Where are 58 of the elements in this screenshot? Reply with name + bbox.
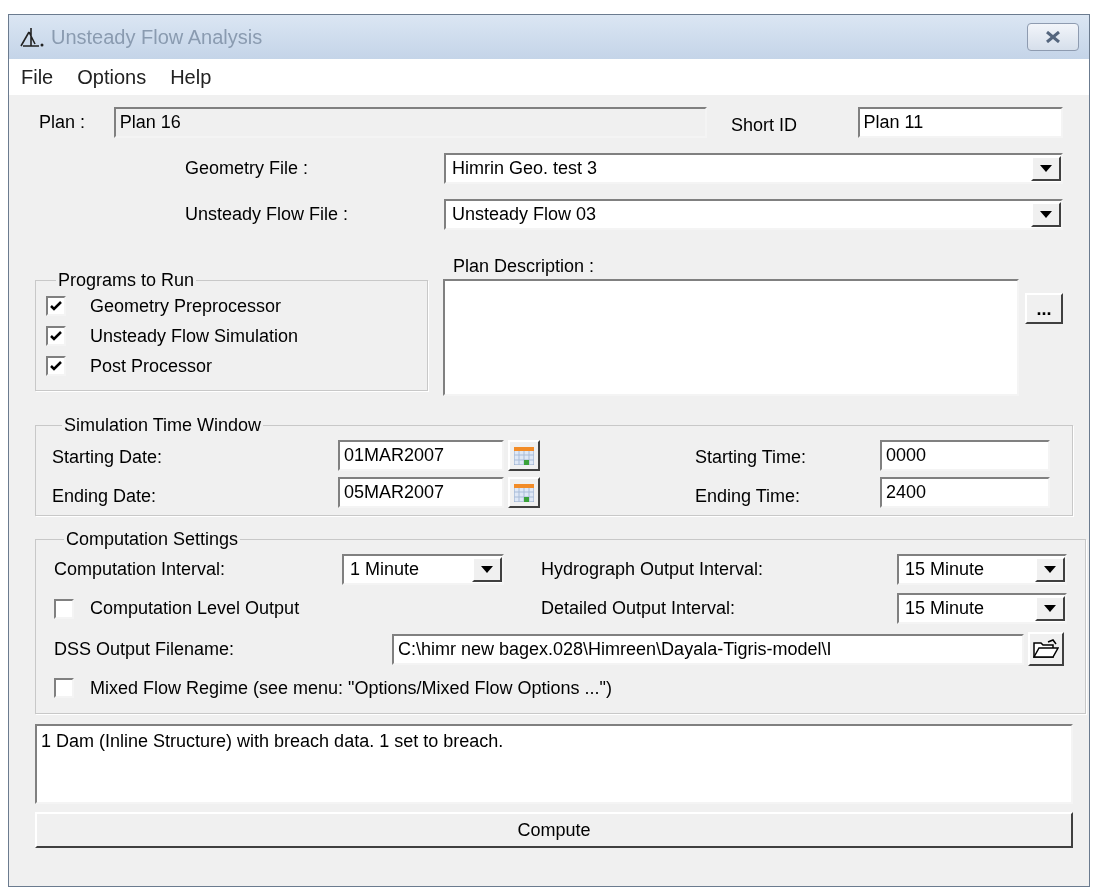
field-label: Detailed Output Interval: xyxy=(541,597,737,620)
checkbox-label: Geometry Preprocessor xyxy=(90,294,282,318)
checkbox[interactable] xyxy=(46,356,66,376)
field-label: Unsteady Flow File : xyxy=(185,202,350,226)
dropdown[interactable]: 15 Minute xyxy=(897,554,1067,585)
field-label: Computation Interval: xyxy=(54,558,227,581)
checkbox[interactable] xyxy=(54,678,74,698)
calendar-icon xyxy=(514,446,534,465)
time-field[interactable]: 2400 xyxy=(880,477,1050,508)
checkbox-label: Computation Level Output xyxy=(90,597,301,620)
dropdown[interactable]: 15 Minute xyxy=(897,593,1067,624)
field-label: Plan : xyxy=(39,110,87,134)
calendar-icon xyxy=(514,483,534,502)
browse-button[interactable]: ... xyxy=(1025,293,1063,324)
field-label: Starting Date: xyxy=(52,446,164,469)
plan-description-field[interactable] xyxy=(443,279,1019,396)
date-field[interactable]: 05MAR2007 xyxy=(338,477,504,508)
compute-button[interactable]: Compute xyxy=(35,812,1073,848)
folder-icon xyxy=(1033,639,1059,659)
group-title: Programs to Run xyxy=(58,270,195,290)
text-field[interactable]: Plan 11 xyxy=(857,106,1063,138)
checkbox[interactable] xyxy=(46,326,66,346)
group-title: Simulation Time Window xyxy=(64,415,262,435)
field-label: Ending Date: xyxy=(52,485,158,508)
window-title: Unsteady Flow Analysis xyxy=(51,25,263,50)
menu-item[interactable]: File xyxy=(21,62,54,92)
close-button[interactable] xyxy=(1027,23,1079,51)
checkbox[interactable] xyxy=(54,598,74,619)
check-icon xyxy=(49,359,63,373)
field-label: Geometry File : xyxy=(185,156,310,180)
calendar-button[interactable] xyxy=(508,477,540,508)
app-icon xyxy=(19,26,45,48)
time-field[interactable]: 0000 xyxy=(880,440,1050,471)
checkbox-label: Mixed Flow Regime (see menu: "Options/Mixed Flow Options ...") xyxy=(90,676,612,700)
field-label: Short ID xyxy=(730,113,798,137)
field-label: Starting Time: xyxy=(695,446,808,469)
check-icon xyxy=(49,299,63,313)
text-field[interactable]: Plan 16 xyxy=(113,106,707,138)
check-icon xyxy=(49,329,63,343)
field-label: Hydrograph Output Interval: xyxy=(541,558,765,581)
checkbox-label: Unsteady Flow Simulation xyxy=(90,324,299,348)
field-label: DSS Output Filename: xyxy=(54,637,236,661)
dropdown[interactable]: Himrin Geo. test 3 xyxy=(444,152,1063,184)
open-folder-button[interactable] xyxy=(1028,632,1064,666)
checkbox[interactable] xyxy=(46,296,66,316)
field-label: Plan Description : xyxy=(453,255,596,278)
group-title: Computation Settings xyxy=(66,529,239,549)
date-field[interactable]: 01MAR2007 xyxy=(338,440,504,471)
dropdown[interactable]: Unsteady Flow 03 xyxy=(444,198,1063,230)
calendar-button[interactable] xyxy=(508,440,540,471)
dropdown[interactable]: 1 Minute xyxy=(342,554,504,585)
field-label: Ending Time: xyxy=(695,485,802,508)
menu-item[interactable]: Help xyxy=(170,62,212,92)
close-icon xyxy=(1045,31,1061,43)
checkbox-label: Post Processor xyxy=(90,354,213,378)
filename-field[interactable]: C:\himr new bagex.028\Himreen\Dayala-Tigris-model\I xyxy=(392,633,1024,665)
menu-item[interactable]: Options xyxy=(77,62,147,92)
status-message: 1 Dam (Inline Structure) with breach data. 1 set to breach. xyxy=(41,731,504,751)
